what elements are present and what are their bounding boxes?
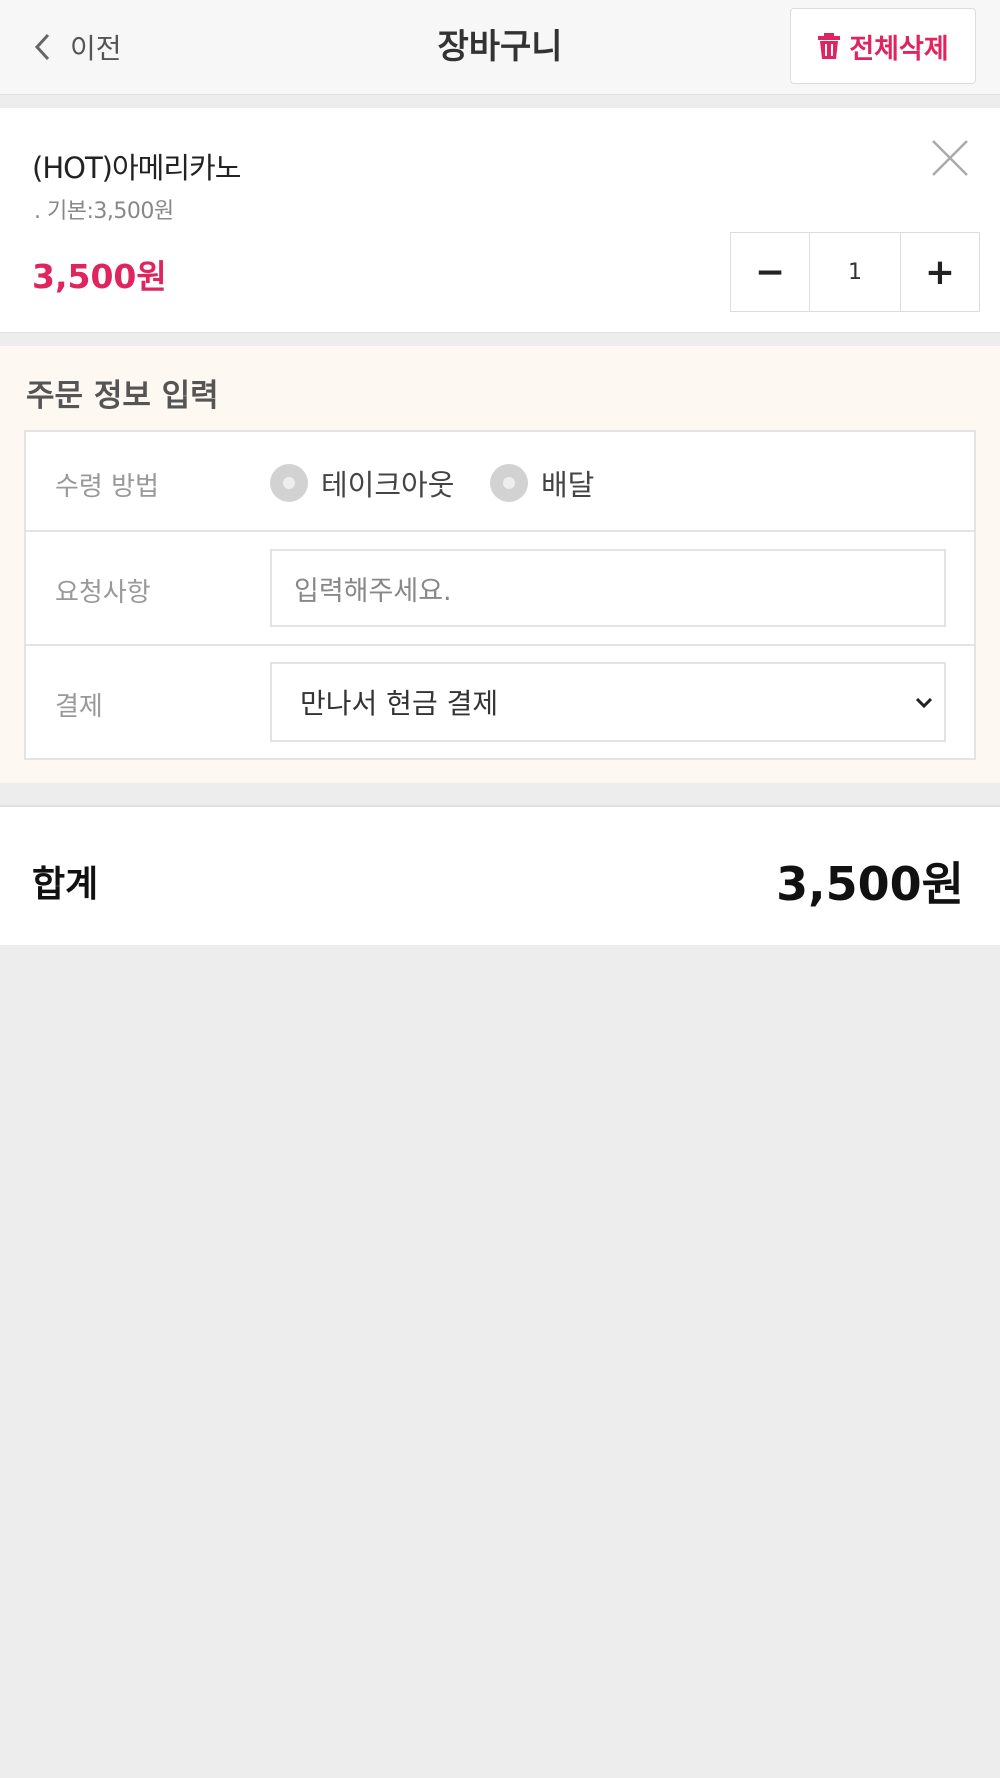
total-label: 합계 — [32, 864, 99, 905]
payment-label: 결제 — [55, 692, 103, 722]
remove-item-button[interactable] — [930, 138, 970, 178]
radio-button-icon — [270, 464, 308, 502]
total-value: 3,500원 — [776, 857, 964, 911]
request-input[interactable]: 입력해주세요. — [270, 549, 946, 627]
request-label: 요청사항 — [55, 578, 151, 608]
row-divider — [24, 644, 976, 646]
payment-selected-value: 만나서 현금 결제 — [300, 687, 499, 720]
radio-button-icon — [490, 464, 528, 502]
row-divider — [24, 530, 976, 532]
close-icon — [932, 140, 968, 176]
top-bar: 이전 장바구니 전체삭제 — [0, 0, 1000, 95]
item-name: (HOT)아메리카노 — [32, 151, 241, 185]
item-price: 3,500원 — [32, 257, 167, 296]
decrease-quantity-button[interactable]: − — [731, 233, 809, 311]
chevron-down-icon — [915, 697, 933, 709]
receive-method-label: 수령 방법 — [55, 472, 159, 502]
radio-delivery-label: 배달 — [541, 468, 595, 502]
delete-all-label: 전체삭제 — [849, 33, 949, 65]
order-info-title: 주문 정보 입력 — [26, 378, 219, 414]
radio-takeout-label: 테이크아웃 — [321, 468, 455, 502]
delete-all-button[interactable]: 전체삭제 — [790, 8, 976, 84]
radio-takeout[interactable]: 테이크아웃 — [270, 462, 454, 504]
radio-delivery[interactable]: 배달 — [490, 462, 594, 504]
quantity-stepper: − 1 + — [730, 232, 980, 312]
quantity-value: 1 — [809, 233, 901, 311]
increase-quantity-button[interactable]: + — [901, 233, 979, 311]
payment-select[interactable]: 만나서 현금 결제 — [270, 662, 946, 742]
trash-icon — [818, 33, 841, 59]
item-option: . 기본:3,500원 — [34, 199, 174, 224]
